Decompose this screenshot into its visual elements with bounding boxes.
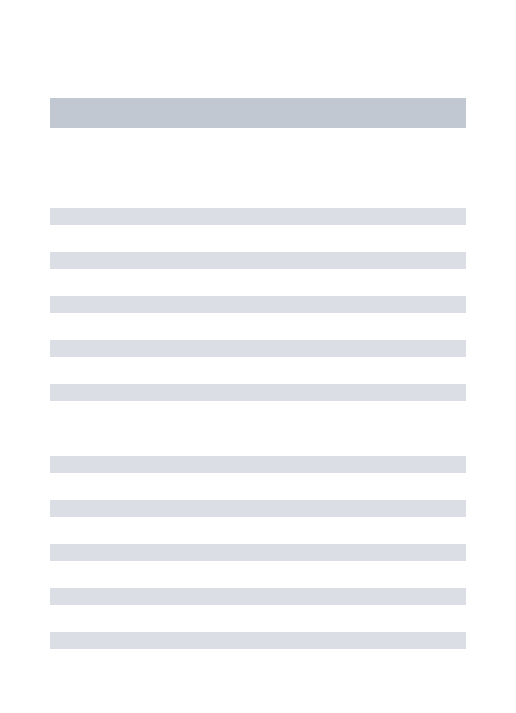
text-line-placeholder: [50, 588, 466, 605]
text-line-placeholder: [50, 500, 466, 517]
text-line-placeholder: [50, 340, 466, 357]
text-line-placeholder: [50, 384, 466, 401]
text-line-placeholder: [50, 544, 466, 561]
section-gap: [50, 428, 466, 456]
text-line-placeholder: [50, 632, 466, 649]
text-line-placeholder: [50, 252, 466, 269]
text-line-placeholder: [50, 208, 466, 225]
text-line-placeholder: [50, 456, 466, 473]
document-page: [0, 0, 516, 713]
title-placeholder: [50, 98, 466, 128]
text-line-placeholder: [50, 296, 466, 313]
